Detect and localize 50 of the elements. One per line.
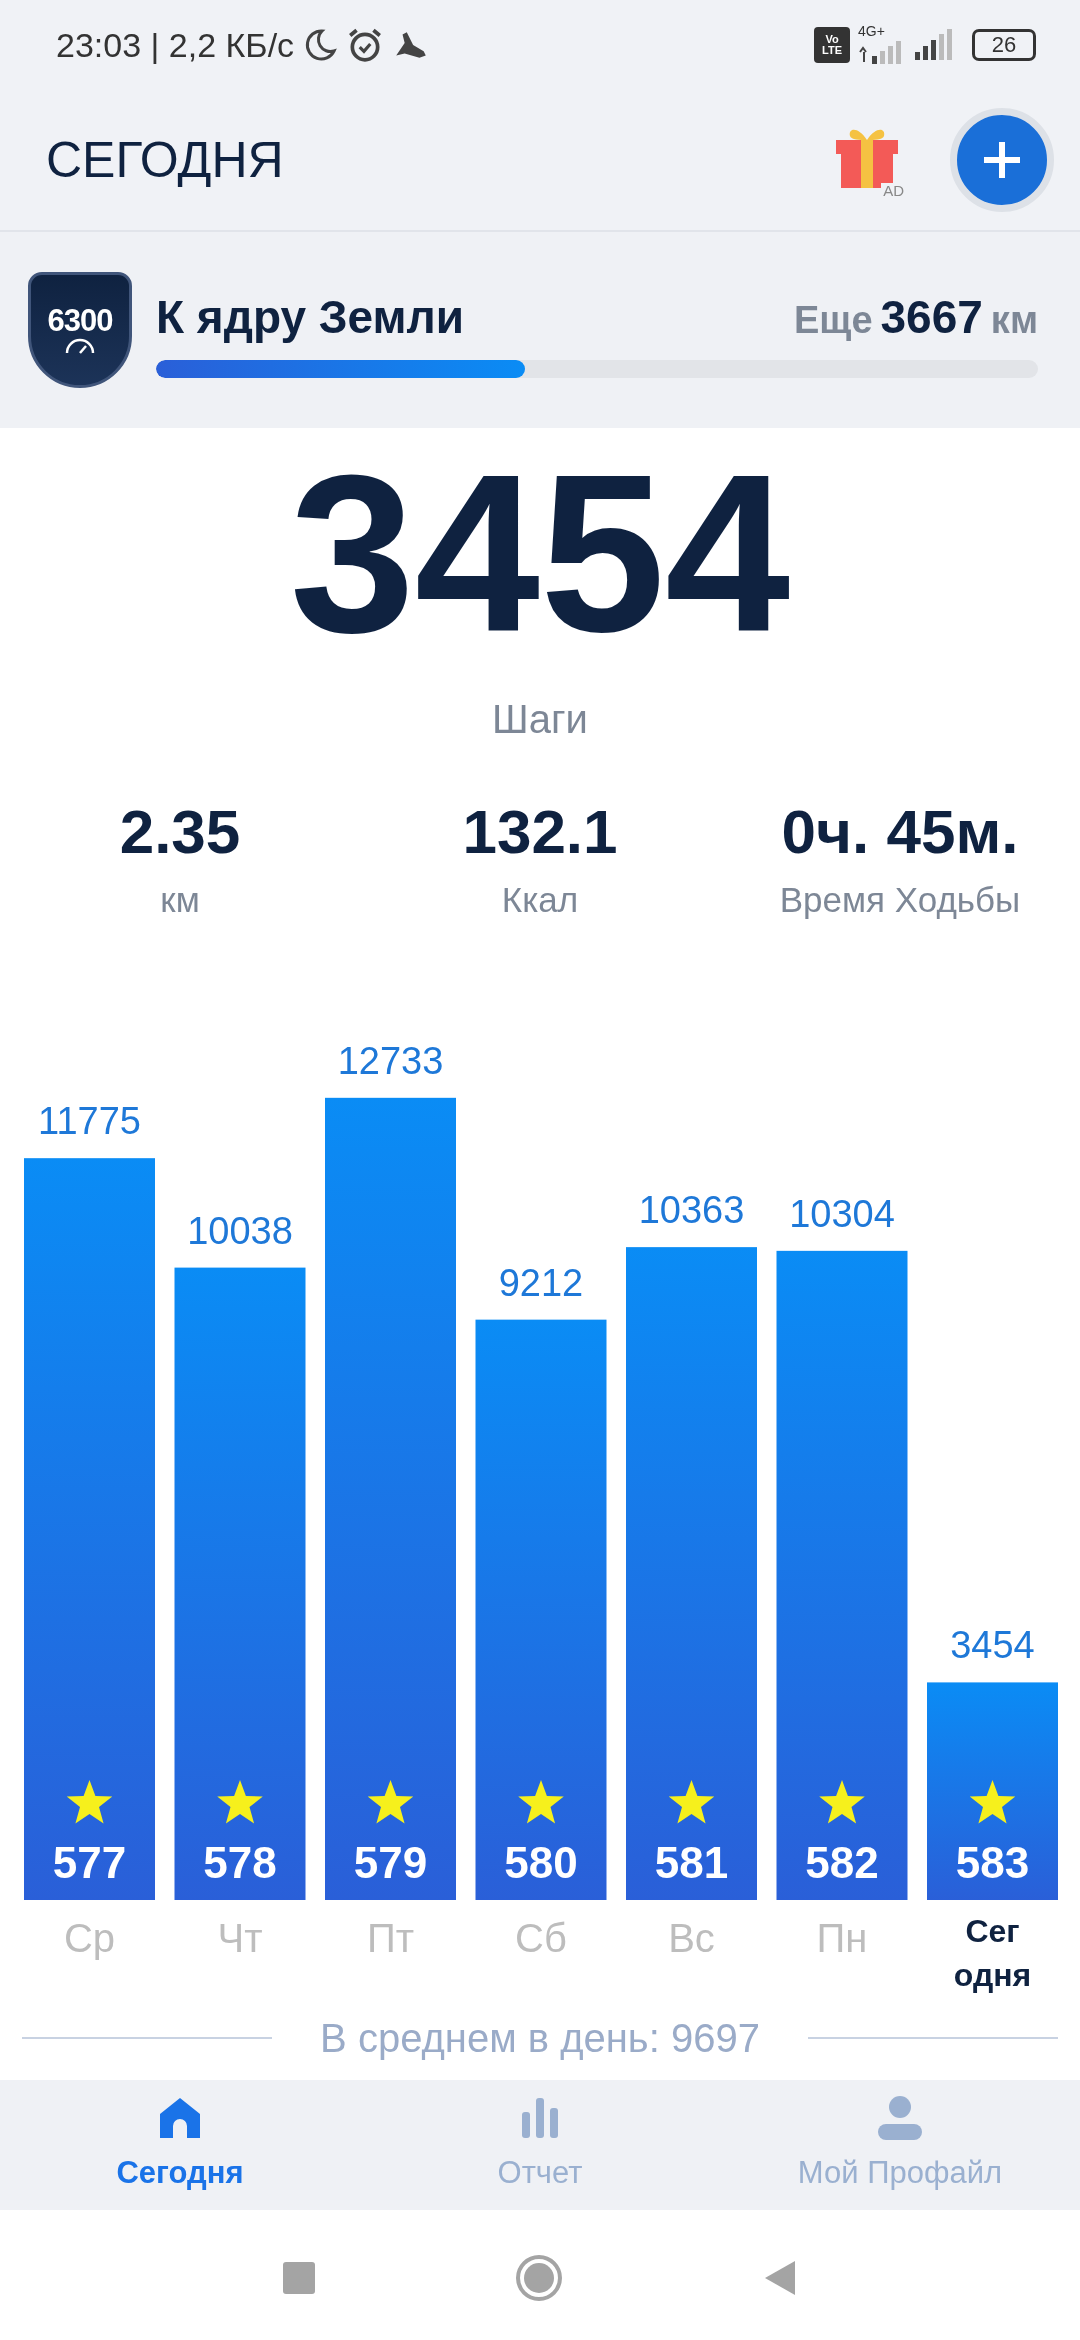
- stat-value: 0ч. 45м.: [780, 796, 1020, 868]
- home-circle-icon: [515, 2253, 563, 2302]
- nav-tab[interactable]: Мой Профайл: [720, 2080, 1080, 2210]
- bar-value: 10304: [789, 1192, 895, 1235]
- goal-title: К ядру Земли: [156, 289, 465, 345]
- day-number: 577: [52, 1838, 127, 1887]
- day-label: Пн: [816, 1916, 868, 1960]
- status-text: 23:03 | 2,2 КБ/с: [56, 24, 295, 66]
- volte-text: LTE: [822, 45, 842, 56]
- day-number: 583: [955, 1838, 1030, 1887]
- bar-value: 12733: [337, 1045, 444, 1082]
- step-count: 3454: [288, 428, 792, 678]
- bar-value: 10038: [187, 1209, 293, 1252]
- day-number: 579: [353, 1838, 428, 1887]
- day-number: 581: [654, 1838, 729, 1887]
- day-number: 580: [504, 1838, 578, 1887]
- day-label: Пт: [366, 1916, 415, 1960]
- volte-text: Vo: [825, 34, 839, 45]
- remaining-distance: 3667: [880, 289, 983, 345]
- network-type: 4G+: [858, 24, 886, 38]
- stat-value: 2.35: [118, 796, 242, 868]
- day-label: Чт: [217, 1916, 263, 1960]
- back-icon: [763, 2258, 797, 2297]
- day-label: Сегодня: [953, 1913, 1032, 1993]
- day-number: 578: [203, 1838, 277, 1887]
- day-label: Вс: [668, 1916, 715, 1960]
- day-label: Ср: [63, 1916, 116, 1960]
- badge-number: 6300: [47, 304, 113, 336]
- day-label: Сб: [515, 1916, 567, 1960]
- nav-tab[interactable]: Сегодня: [0, 2080, 360, 2210]
- page-title: СЕГОДНЯ: [46, 130, 284, 190]
- signal-icon: [858, 38, 904, 66]
- bar-value: 9212: [498, 1261, 584, 1304]
- bar-value: 3454: [950, 1624, 1035, 1667]
- stat-label: Ккал: [500, 879, 580, 921]
- nav-tab[interactable]: Отчет: [360, 2080, 720, 2210]
- bar-value: 10363: [638, 1189, 745, 1232]
- stat-value: 132.1: [461, 796, 619, 868]
- distance-unit: км: [990, 297, 1038, 343]
- steps-label: Шаги: [491, 696, 589, 743]
- bar-value: 11775: [38, 1100, 141, 1143]
- stat-label: Время Ходьбы: [778, 879, 1022, 921]
- stat-label: км: [159, 879, 201, 921]
- remaining-label: Еще: [793, 297, 873, 343]
- battery-indicator: 26: [972, 29, 1036, 61]
- average-steps: В среднем в день: 9697: [320, 2007, 760, 2068]
- day-number: 582: [805, 1838, 879, 1887]
- person-icon: [876, 2093, 924, 2142]
- square-icon: [283, 2261, 315, 2294]
- ad-label: AD: [881, 183, 906, 198]
